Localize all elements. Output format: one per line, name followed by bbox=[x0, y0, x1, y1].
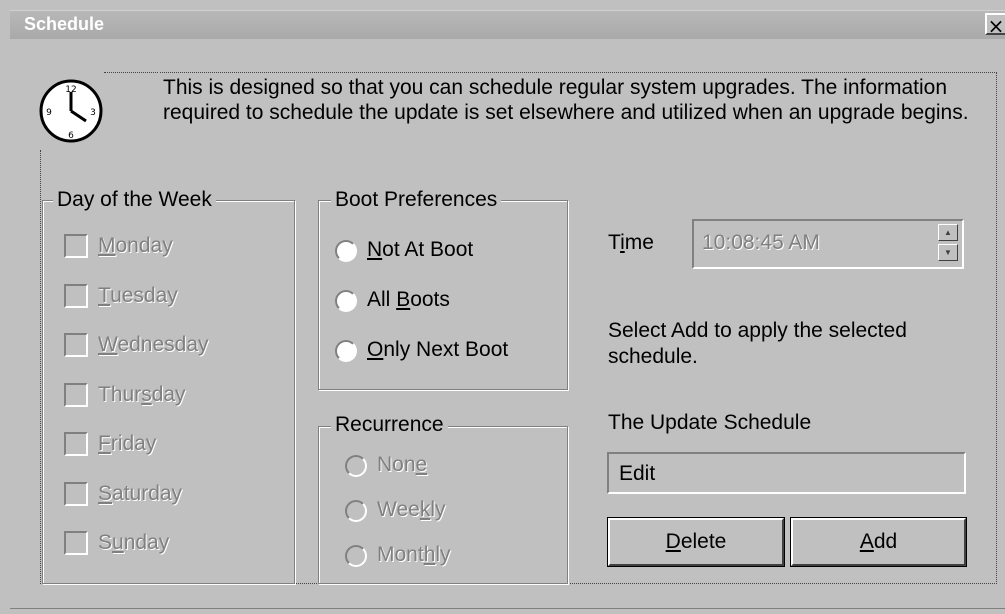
boot-option[interactable]: All Boots bbox=[335, 288, 555, 316]
day-checkbox[interactable] bbox=[64, 481, 88, 506]
day-checkbox[interactable] bbox=[64, 531, 88, 555]
boot-preferences-legend: Boot Preferences bbox=[331, 188, 502, 212]
chevron-down-icon: ▼ bbox=[944, 248, 952, 257]
time-field[interactable]: 10:08:45 AM ▲ ▼ bbox=[692, 219, 964, 269]
recurrence-radio[interactable] bbox=[345, 545, 367, 567]
day-checkbox-label: Friday bbox=[98, 432, 157, 455]
day-checkbox-label: Saturday bbox=[98, 481, 183, 505]
boot-radio[interactable] bbox=[335, 290, 357, 312]
time-value: 10:08:45 AM bbox=[702, 231, 820, 254]
svg-text:6: 6 bbox=[68, 131, 74, 141]
recurrence-legend: Recurrence bbox=[331, 413, 448, 437]
frame-top-left bbox=[104, 72, 158, 73]
recurrence-option[interactable]: Weekly bbox=[345, 498, 545, 526]
update-schedule-field[interactable]: Edit bbox=[607, 452, 966, 494]
boot-radio[interactable] bbox=[335, 340, 357, 362]
description-text: This is designed so that you can schedul… bbox=[163, 76, 969, 124]
frame-left bbox=[40, 150, 41, 582]
boot-option[interactable]: Only Next Boot bbox=[335, 338, 555, 366]
boot-option-label: Not At Boot bbox=[367, 238, 474, 261]
time-label: Time bbox=[608, 231, 654, 254]
clock-icon: 12 3 6 9 bbox=[39, 79, 103, 143]
boot-option[interactable]: Not At Boot bbox=[335, 238, 555, 266]
day-checkbox[interactable] bbox=[64, 382, 88, 407]
day-checkbox-row[interactable]: Thursday bbox=[64, 382, 279, 411]
day-checkbox-row[interactable]: Wednesday bbox=[64, 333, 279, 361]
day-checkbox-row[interactable]: Monday bbox=[64, 234, 279, 262]
recurrence-option[interactable]: None bbox=[345, 453, 545, 481]
day-checkbox[interactable] bbox=[64, 432, 88, 456]
recurrence-option-label: None bbox=[377, 453, 428, 476]
update-schedule-value: Edit bbox=[619, 462, 656, 485]
day-checkbox[interactable] bbox=[64, 283, 88, 308]
day-checkbox-label: Wednesday bbox=[98, 333, 209, 356]
recurrence-option-label: Monthly bbox=[377, 543, 451, 566]
window-title: Schedule bbox=[24, 14, 105, 34]
close-icon: × bbox=[987, 14, 1005, 38]
add-button[interactable]: Add bbox=[790, 517, 967, 567]
chevron-up-icon: ▲ bbox=[944, 228, 952, 237]
close-button[interactable]: × bbox=[985, 13, 1005, 38]
boot-option-label: Only Next Boot bbox=[367, 338, 509, 361]
day-checkbox-row[interactable]: Saturday bbox=[64, 481, 279, 510]
title-bar[interactable]: Schedule × bbox=[10, 10, 1005, 39]
day-checkbox-row[interactable]: Sunday bbox=[64, 531, 279, 559]
update-schedule-label: The Update Schedule bbox=[608, 411, 812, 434]
day-checkbox[interactable] bbox=[64, 234, 88, 258]
svg-text:9: 9 bbox=[46, 108, 52, 118]
recurrence-option-label: Weekly bbox=[377, 498, 446, 521]
time-spin-down[interactable]: ▼ bbox=[938, 244, 958, 261]
recurrence-radio[interactable] bbox=[345, 500, 367, 522]
delete-button[interactable]: Delete bbox=[607, 517, 785, 567]
recurrence-option[interactable]: Monthly bbox=[345, 543, 545, 571]
day-checkbox[interactable] bbox=[64, 333, 88, 357]
day-checkbox-label: Thursday bbox=[98, 382, 186, 406]
boot-radio[interactable] bbox=[335, 240, 357, 262]
boot-option-label: All Boots bbox=[367, 288, 450, 311]
svg-text:3: 3 bbox=[90, 108, 96, 118]
time-spin-up[interactable]: ▲ bbox=[938, 224, 958, 241]
day-checkbox-row[interactable]: Friday bbox=[64, 432, 279, 460]
day-of-week-legend: Day of the Week bbox=[53, 188, 216, 212]
day-checkbox-label: Monday bbox=[98, 234, 173, 257]
day-checkbox-row[interactable]: Tuesday bbox=[64, 283, 279, 312]
recurrence-radio[interactable] bbox=[345, 455, 367, 477]
window-bottom-edge bbox=[10, 608, 1005, 609]
day-checkbox-label: Tuesday bbox=[98, 283, 178, 307]
day-checkbox-label: Sunday bbox=[98, 531, 170, 554]
hint-text: Select Add to apply the selected schedul… bbox=[608, 319, 907, 368]
